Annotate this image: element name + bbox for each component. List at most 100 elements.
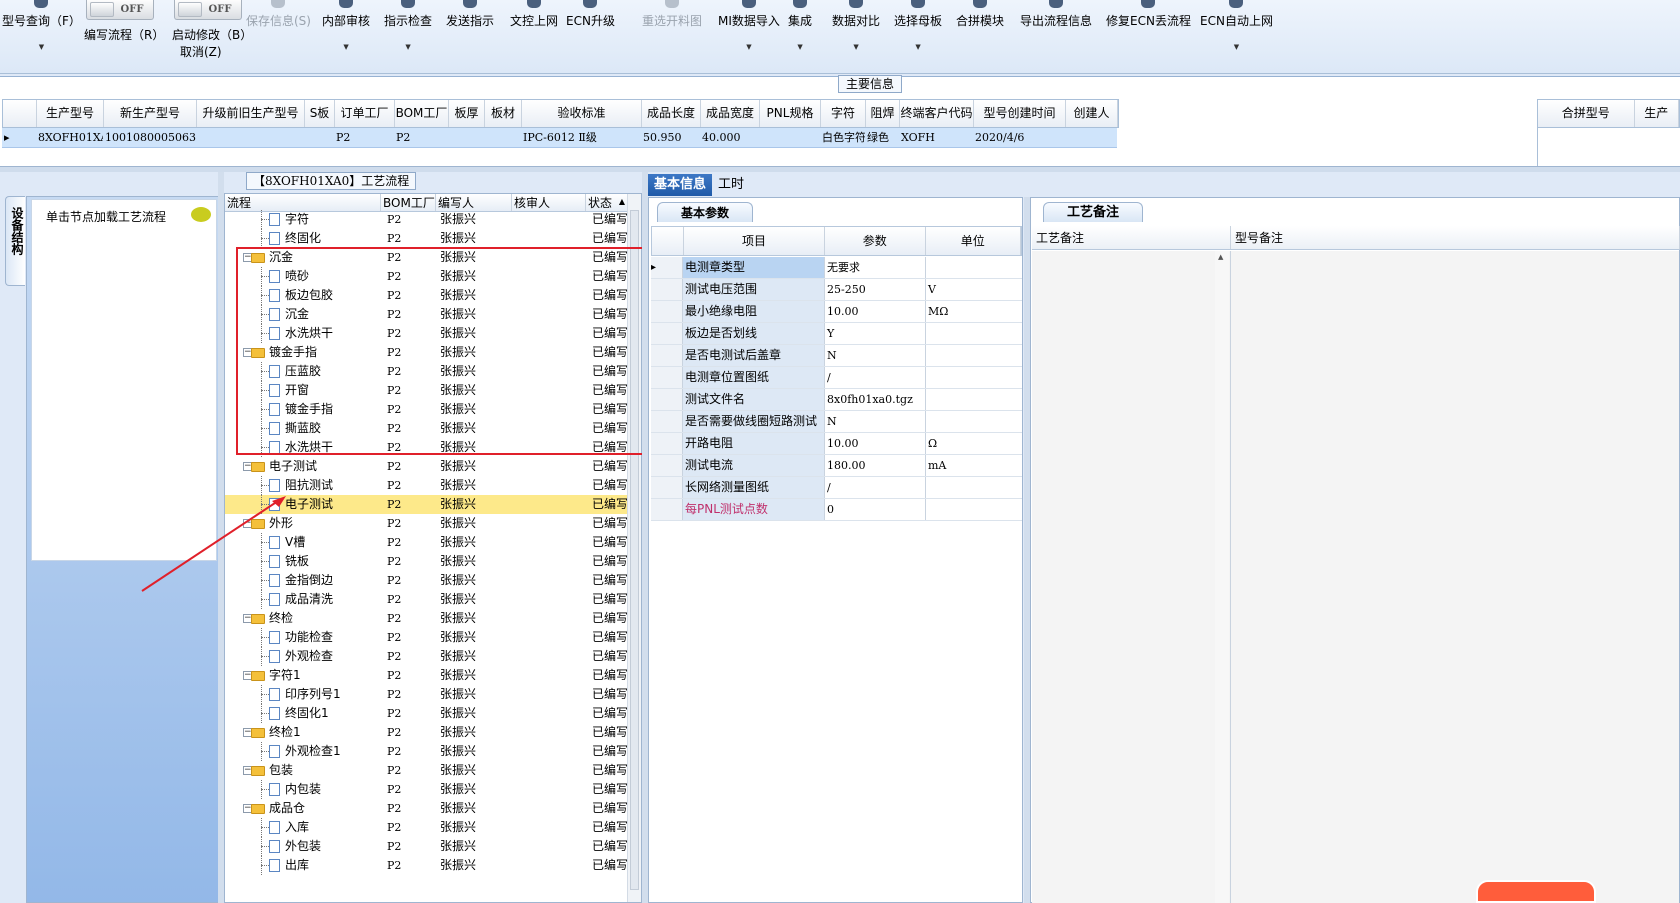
tree-node[interactable]: 外包装	[225, 837, 381, 856]
param-value[interactable]: 0	[825, 499, 926, 520]
tree-node[interactable]: 印序列号1	[225, 685, 381, 704]
grid-cell[interactable]: 绿色	[865, 128, 899, 147]
grid-cell[interactable]: IPC-6012 Ⅱ级	[521, 128, 641, 147]
column-header[interactable]: 创建人	[1066, 100, 1118, 127]
tree-column-header[interactable]: 核审人	[512, 194, 586, 211]
tab-basic-params[interactable]: 基本参数	[657, 202, 753, 222]
grid-cell[interactable]: 50.950	[641, 128, 700, 147]
tab-equipment-structure[interactable]: 设备结构	[5, 196, 25, 286]
toolbar-button-15[interactable]: ECN自动上网 ▼	[1200, 0, 1273, 70]
param-row[interactable]: 最小绝缘电阻 10.00 MΩ	[651, 301, 1022, 323]
tree-folder-row[interactable]: − 字符1 P2 张振兴 已编写	[225, 666, 629, 685]
param-value[interactable]: N	[825, 345, 926, 366]
param-value[interactable]: 8x0fh01xa0.tgz	[825, 389, 926, 410]
merge-column-header[interactable]: 生产	[1635, 100, 1679, 127]
tree-column-header[interactable]: BOM工厂	[381, 194, 436, 211]
param-value[interactable]: 180.00	[825, 455, 926, 476]
param-value[interactable]: 25-250	[825, 279, 926, 300]
grid-cell[interactable]	[304, 128, 334, 147]
grid-cell[interactable]: 白色字符	[820, 128, 865, 147]
tree-folder-row[interactable]: − 终检 P2 张振兴 已编写	[225, 609, 629, 628]
tree-folder-row[interactable]: − 终检1 P2 张振兴 已编写	[225, 723, 629, 742]
tab-work-hours[interactable]: 工时	[712, 174, 750, 196]
tree-row[interactable]: 阻抗测试 P2 张振兴 已编写	[225, 476, 629, 495]
tab-process-remarks[interactable]: 工艺备注	[1043, 202, 1143, 222]
tree-node[interactable]: − 终检1	[225, 723, 381, 742]
tree-node[interactable]: − 终检	[225, 609, 381, 628]
tree-row[interactable]: 入库 P2 张振兴 已编写	[225, 818, 629, 837]
toolbar-button-13[interactable]: 导出流程信息	[1020, 0, 1092, 70]
tree-folder-row[interactable]: − 成品仓 P2 张振兴 已编写	[225, 799, 629, 818]
param-row[interactable]: 测试文件名 8x0fh01xa0.tgz	[651, 389, 1022, 411]
column-header[interactable]: 成品宽度	[701, 100, 760, 127]
column-header[interactable]: 生产型号	[37, 100, 104, 127]
tree-node[interactable]: 内包装	[225, 780, 381, 799]
tree-row[interactable]: 出库 P2 张振兴 已编写	[225, 856, 629, 875]
tree-row[interactable]: 终固化 P2 张振兴 已编写	[225, 229, 629, 248]
toolbar-button-12[interactable]: 合拼模块	[956, 0, 1004, 70]
tree-row[interactable]: 字符 P2 张振兴 已编写	[225, 210, 629, 229]
param-value[interactable]: /	[825, 367, 926, 388]
toolbar-button-7[interactable]: 重选开料图	[642, 0, 702, 70]
column-header[interactable]: 字符	[821, 100, 866, 127]
tree-node[interactable]: 入库	[225, 818, 381, 837]
param-row[interactable]: 测试电压范围 25-250 V	[651, 279, 1022, 301]
grid-cell[interactable]	[1065, 128, 1117, 147]
param-row[interactable]: 电测章位置图纸 /	[651, 367, 1022, 389]
param-value[interactable]: 无要求	[825, 257, 926, 278]
cancel-label[interactable]: 取消(Z)	[180, 43, 222, 60]
tree-folder-row[interactable]: − 电子测试 P2 张振兴 已编写	[225, 457, 629, 476]
column-header[interactable]: 验收标准	[522, 100, 642, 127]
grid-cell[interactable]	[448, 128, 484, 147]
remark-scrollbar[interactable]: ▲	[1215, 251, 1229, 903]
tree-row[interactable]: 外包装 P2 张振兴 已编写	[225, 837, 629, 856]
toolbar-button-5[interactable]: 文控上网	[510, 0, 558, 70]
tree-row[interactable]: 印序列号1 P2 张振兴 已编写	[225, 685, 629, 704]
grid-cell[interactable]: 2020/4/6	[973, 128, 1065, 147]
column-header[interactable]: 新生产型号	[104, 100, 197, 127]
merge-column-header[interactable]: 合拼型号	[1538, 100, 1635, 127]
tree-node[interactable]: − 成品仓	[225, 799, 381, 818]
tree-node[interactable]: 出库	[225, 856, 381, 875]
param-row[interactable]: 每PNL测试点数 0	[651, 499, 1022, 521]
toolbar-button-1[interactable]: 保存信息(S)	[246, 0, 311, 70]
param-value[interactable]: N	[825, 411, 926, 432]
column-header[interactable]: 成品长度	[642, 100, 701, 127]
column-header[interactable]: 板材	[485, 100, 522, 127]
tree-column-header[interactable]: 流程	[225, 194, 381, 211]
toolbar-button-9[interactable]: 集成 ▼	[788, 0, 812, 70]
param-row[interactable]: 是否需要做线圈短路测试 N	[651, 411, 1022, 433]
toolbar-button-6[interactable]: ECN升级	[566, 0, 615, 70]
toggle-switch-0[interactable]: OFF	[86, 0, 154, 20]
tree-row[interactable]: 内包装 P2 张振兴 已编写	[225, 780, 629, 799]
param-row[interactable]: 是否电测试后盖章 N	[651, 345, 1022, 367]
toolbar-button-3[interactable]: 指示检查 ▼	[384, 0, 432, 70]
tree-node[interactable]: 终固化	[225, 229, 381, 248]
tree-node[interactable]: − 电子测试	[225, 457, 381, 476]
column-header[interactable]: 板厚	[449, 100, 485, 127]
param-row[interactable]: ▸ 电测章类型 无要求	[651, 257, 1022, 279]
param-value[interactable]: /	[825, 477, 926, 498]
tree-node[interactable]: − 字符1	[225, 666, 381, 685]
param-row[interactable]: 板边是否划线 Y	[651, 323, 1022, 345]
param-column-header[interactable]: 单位	[926, 227, 1021, 255]
param-value[interactable]: Y	[825, 323, 926, 344]
tree-folder-row[interactable]: − 包装 P2 张振兴 已编写	[225, 761, 629, 780]
tree-column-header[interactable]: 编写人	[436, 194, 512, 211]
tree-node[interactable]: − 包装	[225, 761, 381, 780]
param-column-header[interactable]: 项目	[684, 227, 826, 255]
param-row[interactable]: 长网络测量图纸 /	[651, 477, 1022, 499]
column-header[interactable]: S板	[305, 100, 335, 127]
tree-node[interactable]: 阻抗测试	[225, 476, 381, 495]
tab-basic-info[interactable]: 基本信息	[648, 174, 713, 196]
tree-row[interactable]: 外观检查 P2 张振兴 已编写	[225, 647, 629, 666]
toolbar-button-2[interactable]: 内部审核 ▼	[322, 0, 370, 70]
toolbar-button-14[interactable]: 修复ECN丢流程	[1106, 0, 1191, 70]
grid-cell[interactable]	[759, 128, 820, 147]
param-row[interactable]: 测试电流 180.00 mA	[651, 455, 1022, 477]
column-header[interactable]: PNL规格	[760, 100, 821, 127]
column-header[interactable]: 终端客户代码	[900, 100, 974, 127]
grid-cell[interactable]: 8XOFH01XA0	[36, 128, 103, 147]
column-header[interactable]: 阻焊	[866, 100, 900, 127]
toggle-switch-1[interactable]: OFF	[174, 0, 242, 20]
